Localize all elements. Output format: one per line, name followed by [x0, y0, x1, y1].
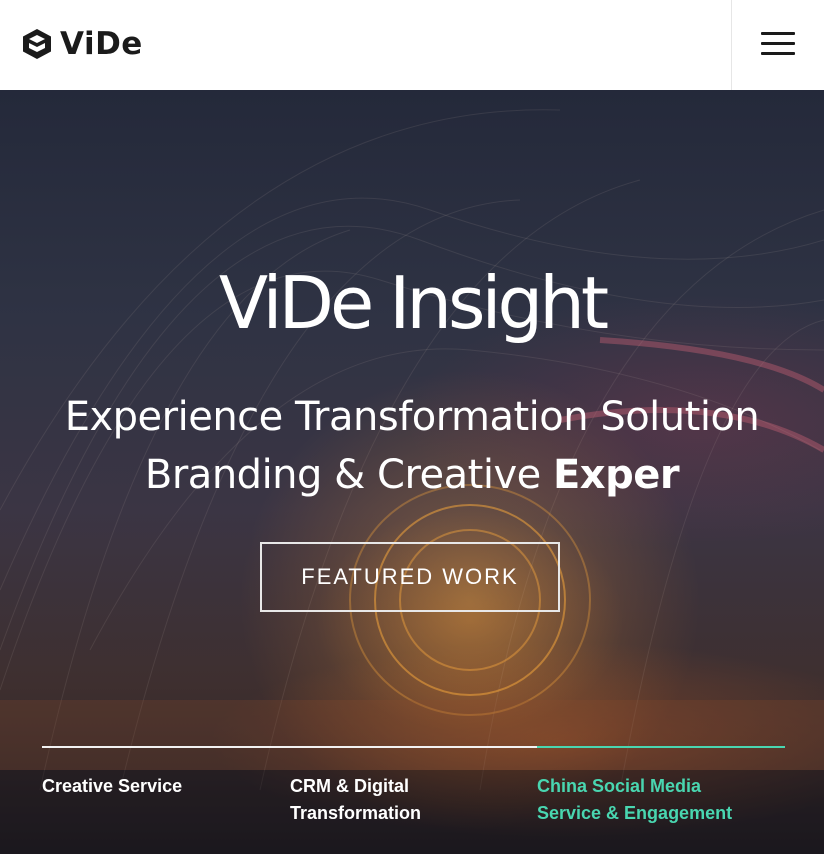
service-tabs: Creative Service CRM & Digital Transform… [42, 746, 785, 846]
tab-label-line-2: Service & Engagement [537, 803, 733, 823]
brand-name: ViDe [60, 26, 143, 62]
tab-label-line-1: Creative Service [42, 776, 183, 796]
tab-crm-digital-transformation[interactable]: CRM & Digital Transformation [290, 746, 537, 846]
hero-subtitle-line-1: Experience Transformation Solution [64, 394, 760, 440]
tab-label: Creative Service [42, 773, 282, 800]
hero-subtitle-line-2-plain: Branding & Creative [144, 452, 553, 498]
tab-indicator-active [537, 746, 785, 748]
featured-work-button[interactable]: FEATURED WORK [260, 542, 560, 612]
hero-subtitle-line-2-strong: Exper [552, 452, 680, 498]
tab-label-line-1: China Social Media [537, 776, 702, 796]
tab-label-line-2: Transformation [290, 803, 422, 823]
hero-subtitle: Experience Transformation Solution Brand… [0, 388, 824, 504]
hexagon-logo-icon [23, 29, 51, 59]
tab-china-social-media[interactable]: China Social Media Service & Engagement [537, 746, 785, 846]
header-divider [731, 0, 732, 90]
site-header: ViDe [0, 0, 824, 90]
brand-logo[interactable]: ViDe [22, 26, 143, 62]
tab-label: CRM & Digital Transformation [290, 773, 530, 827]
tab-label-line-1: CRM & Digital [290, 776, 409, 796]
hero-title: ViDe Insight [218, 261, 609, 345]
hamburger-menu-icon[interactable] [761, 30, 795, 56]
hero-section: ViDe Insight Experience Transformation S… [0, 90, 824, 854]
hero-subtitle-line-2: Branding & Creative Exper [0, 446, 824, 504]
tab-creative-service[interactable]: Creative Service [42, 746, 290, 846]
tab-label: China Social Media Service & Engagement [537, 773, 777, 827]
tab-indicator [290, 746, 537, 748]
tab-indicator [42, 746, 290, 748]
